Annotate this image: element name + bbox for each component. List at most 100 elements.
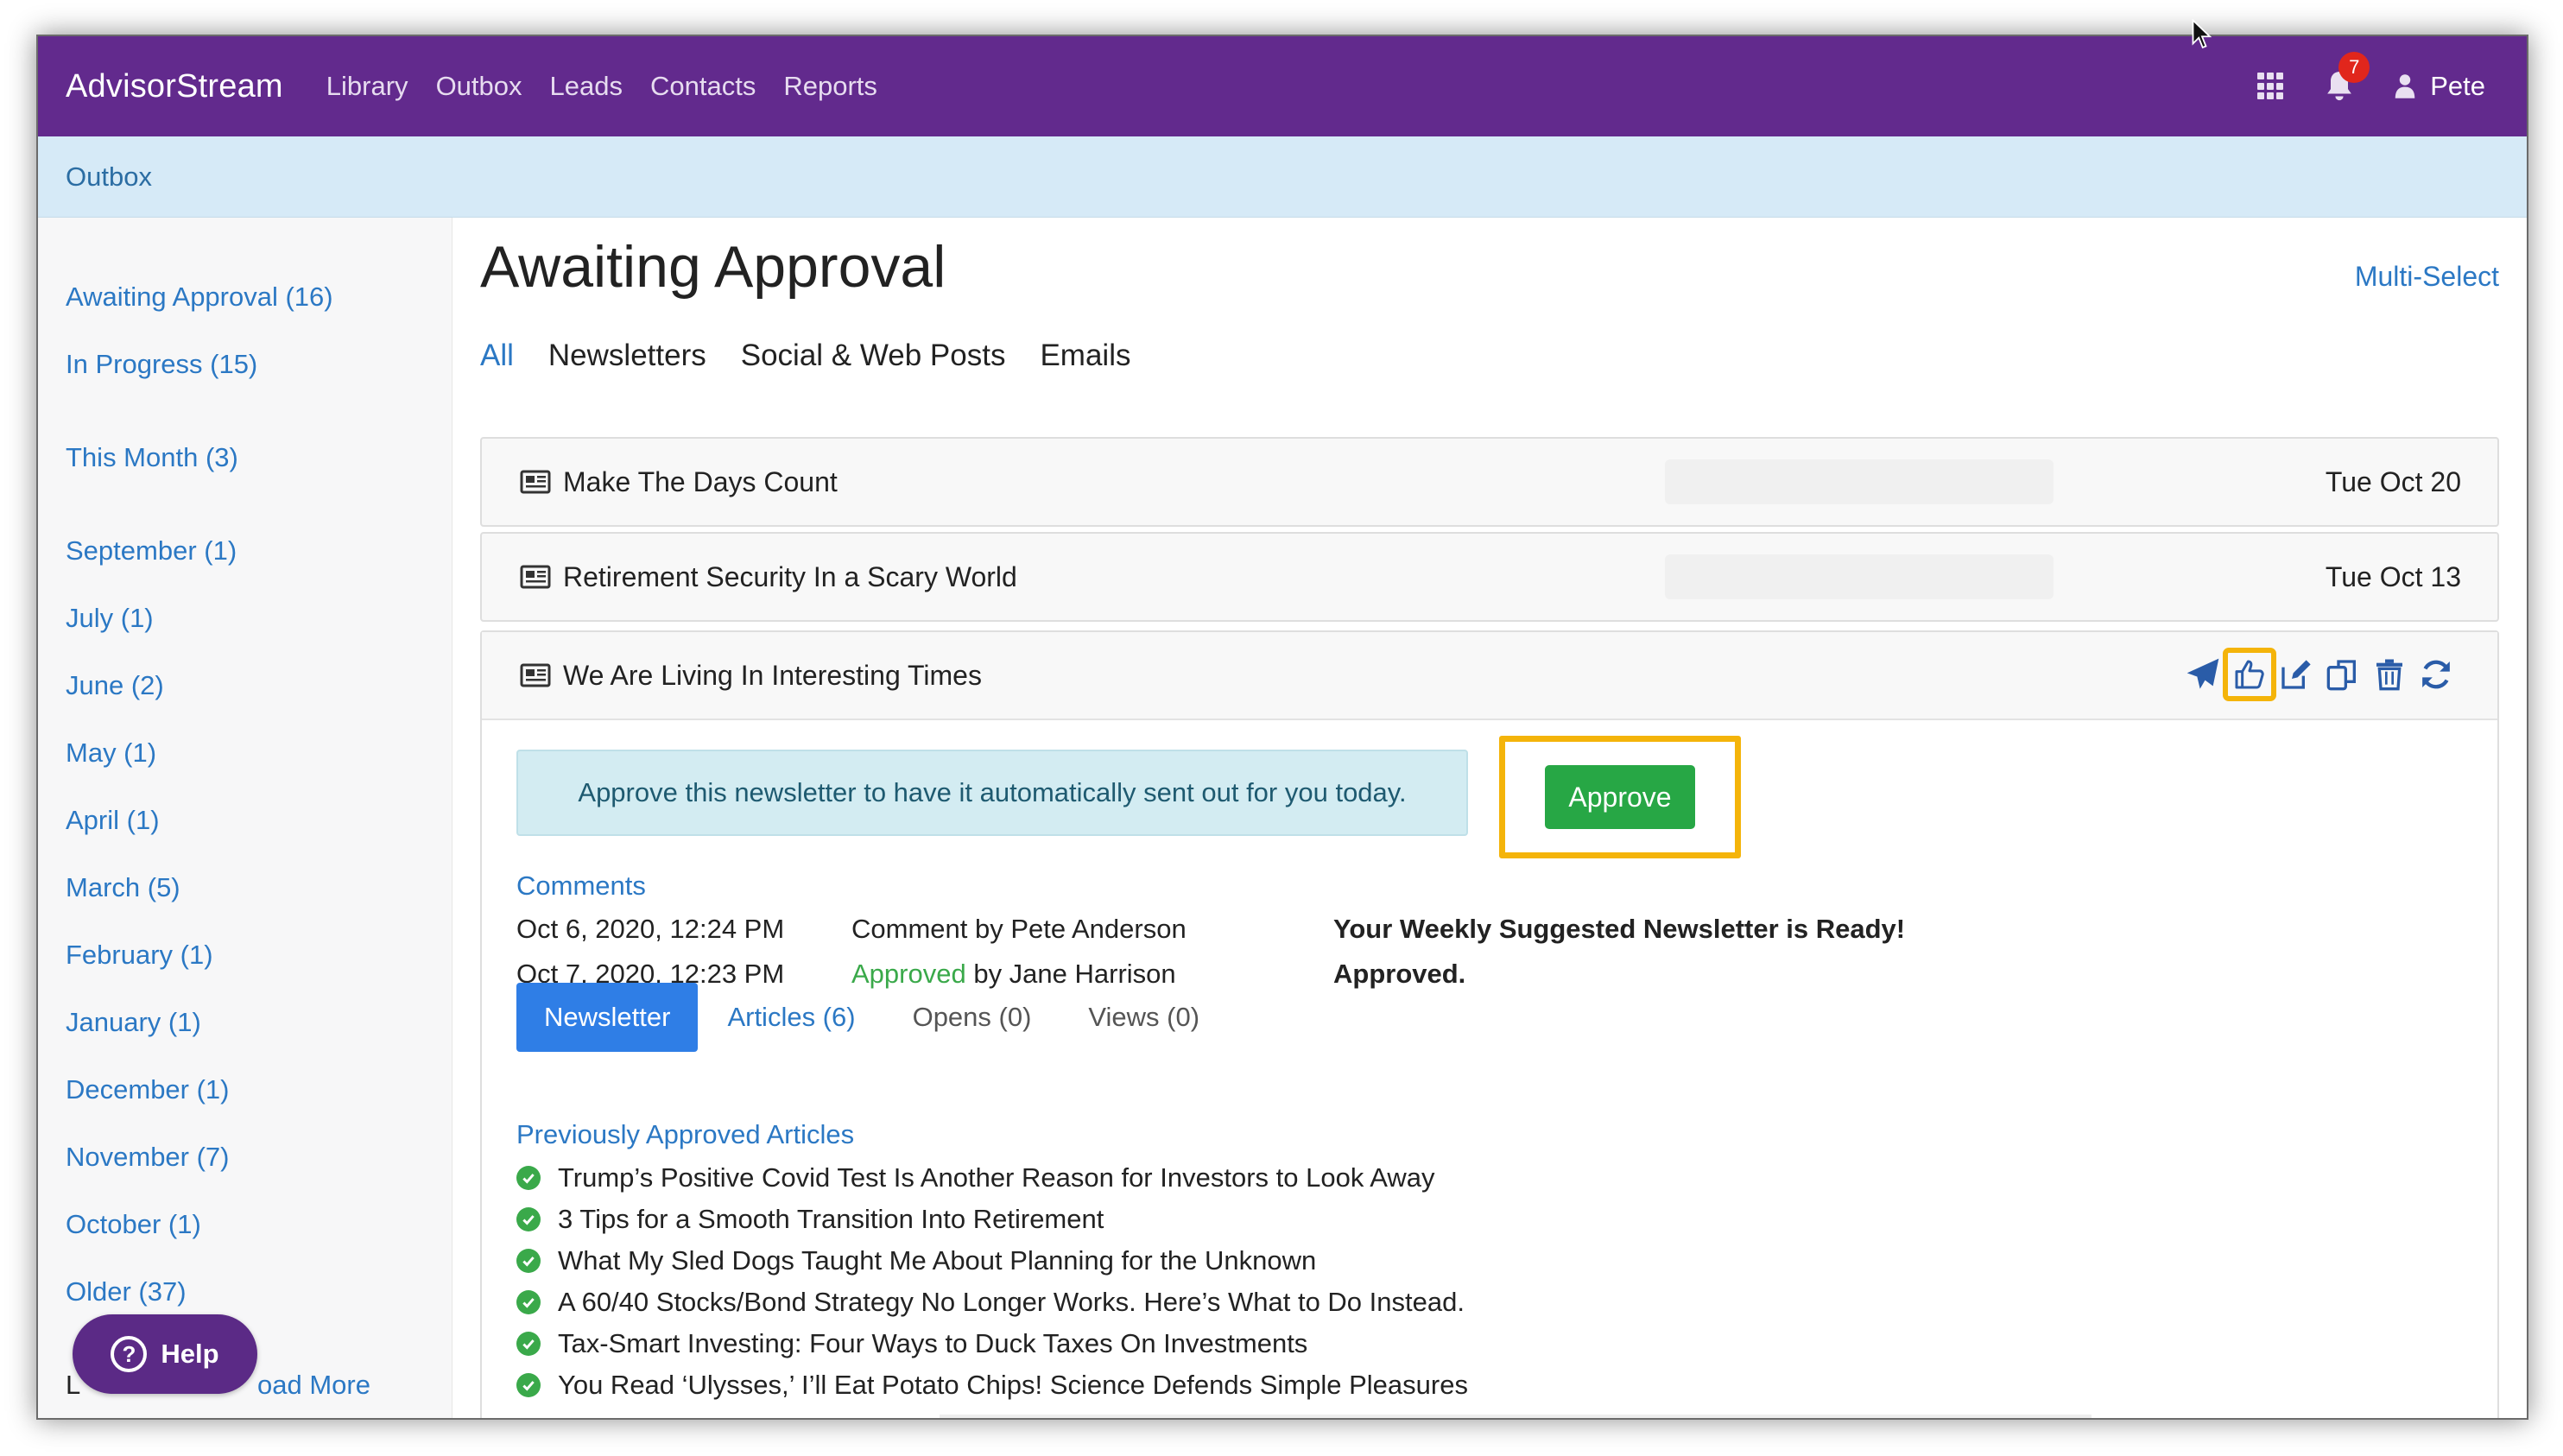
comment-author: Comment by Pete Anderson (851, 914, 1187, 945)
question-icon: ? (111, 1336, 148, 1372)
sidebar-item-january[interactable]: January (1) (66, 1007, 201, 1038)
list-item: 3 Tips for a Smooth Transition Into Reti… (516, 1204, 1104, 1235)
article-title: Tax-Smart Investing: Four Ways to Duck T… (558, 1328, 1308, 1358)
check-circle-icon (516, 1290, 541, 1314)
item-title[interactable]: We Are Living In Interesting Times (563, 660, 982, 692)
brand-logo[interactable]: AdvisorStream (66, 68, 283, 105)
comment-text: Approved. (1333, 959, 1466, 989)
list-item[interactable]: Retirement Security In a Scary World Tue… (480, 532, 2499, 622)
nav-reports[interactable]: Reports (783, 71, 877, 102)
filter-newsletters[interactable]: Newsletters (548, 339, 706, 373)
sidebar-item-february[interactable]: February (1) (66, 940, 213, 971)
check-circle-icon (516, 1207, 541, 1231)
sidebar-item-march[interactable]: March (5) (66, 872, 180, 903)
notifications-button[interactable]: 7 (2323, 52, 2370, 104)
sidebar-item-april[interactable]: April (1) (66, 805, 160, 836)
sidebar-item-may[interactable]: May (1) (66, 737, 156, 769)
expanded-item: We Are Living In Interesting Times Appro… (480, 630, 2499, 1418)
list-item: What My Sled Dogs Taught Me About Planni… (516, 1245, 1316, 1276)
refresh-icon (2422, 660, 2450, 689)
article-title: What My Sled Dogs Taught Me About Planni… (558, 1245, 1317, 1276)
newsletter-icon (520, 565, 551, 589)
redacted-area (940, 1415, 2092, 1418)
trash-icon (2376, 659, 2402, 691)
nav-leads[interactable]: Leads (550, 71, 623, 102)
help-button[interactable]: ? Help (73, 1314, 257, 1394)
list-item[interactable]: Make The Days Count Tue Oct 20 (480, 437, 2499, 527)
article-title: 3 Tips for a Smooth Transition Into Reti… (558, 1204, 1104, 1234)
breadcrumb-outbox[interactable]: Outbox (66, 161, 152, 193)
approve-alert: Approve this newsletter to have it autom… (516, 750, 1468, 836)
comment-date: Oct 6, 2020, 12:24 PM (516, 914, 785, 944)
delete-button[interactable] (2366, 651, 2413, 698)
nav-library[interactable]: Library (326, 71, 408, 102)
tab-articles[interactable]: Articles (6) (727, 1002, 855, 1033)
filter-emails[interactable]: Emails (1040, 339, 1130, 373)
user-icon (2395, 74, 2415, 98)
item-title[interactable]: Make The Days Count (563, 466, 838, 498)
approve-icon-button[interactable] (2223, 648, 2276, 701)
list-item: You Read ‘Ulysses,’ I’ll Eat Potato Chip… (516, 1370, 1468, 1401)
refresh-button[interactable] (2413, 651, 2459, 698)
previously-approved-heading: Previously Approved Articles (516, 1119, 855, 1149)
breadcrumb: Outbox (38, 136, 2527, 218)
app-window: AdvisorStream Library Outbox Leads Conta… (36, 35, 2528, 1420)
approve-button[interactable]: Approve (1545, 765, 1695, 829)
sidebar-item-september[interactable]: September (1) (66, 535, 237, 567)
notification-badge: 7 (2338, 52, 2370, 83)
detail-tabs: Newsletter Articles (6) Opens (0) Views … (516, 983, 1256, 1052)
sidebar-item-this-month[interactable]: This Month (3) (66, 442, 238, 473)
list-item: Trump’s Positive Covid Test Is Another R… (516, 1162, 1434, 1193)
sidebar-item-in-progress[interactable]: In Progress (15) (66, 349, 257, 380)
edit-button[interactable] (2273, 651, 2319, 698)
comments-heading[interactable]: Comments (516, 870, 646, 902)
comment-author-text: Comment by Pete Anderson (851, 914, 1187, 944)
filter-social-web-posts[interactable]: Social & Web Posts (741, 339, 1006, 373)
newsletter-icon (520, 663, 551, 687)
edit-icon (2281, 660, 2311, 689)
comment-text: Your Weekly Suggested Newsletter is Read… (1333, 914, 1906, 944)
user-name: Pete (2430, 71, 2485, 101)
sidebar-item-december[interactable]: December (1) (66, 1074, 230, 1105)
article-title: A 60/40 Stocks/Bond Strategy No Longer W… (558, 1287, 1465, 1317)
send-icon (2186, 658, 2219, 689)
check-circle-icon (516, 1332, 541, 1356)
check-circle-icon (516, 1166, 541, 1190)
item-date: Tue Oct 20 (2325, 465, 2461, 497)
sidebar: Awaiting Approval (16) In Progress (15) … (38, 218, 452, 1418)
mouse-cursor-icon (2192, 19, 2212, 49)
item-title[interactable]: Retirement Security In a Scary World (563, 561, 1017, 593)
navbar-right: 7 Pete (2257, 36, 2485, 136)
tab-newsletter[interactable]: Newsletter (516, 983, 699, 1052)
grid-icon[interactable] (2257, 73, 2285, 100)
thumbs-up-icon (2235, 660, 2264, 689)
user-menu[interactable]: Pete (2394, 71, 2485, 102)
sidebar-item-older[interactable]: Older (37) (66, 1276, 187, 1307)
list-item: Tax-Smart Investing: Four Ways to Duck T… (516, 1328, 1307, 1359)
nav-outbox[interactable]: Outbox (436, 71, 522, 102)
tab-opens[interactable]: Opens (0) (913, 1002, 1032, 1033)
expanded-item-header[interactable]: We Are Living In Interesting Times (482, 632, 2497, 720)
nav-contacts[interactable]: Contacts (650, 71, 756, 102)
redacted-area (1665, 459, 2054, 504)
check-circle-icon (516, 1373, 541, 1397)
top-navbar: AdvisorStream Library Outbox Leads Conta… (38, 36, 2527, 136)
check-circle-icon (516, 1249, 541, 1273)
filter-all[interactable]: All (480, 339, 514, 373)
sidebar-item-june[interactable]: June (2) (66, 670, 164, 701)
sidebar-item-october[interactable]: October (1) (66, 1209, 201, 1240)
multi-select-link[interactable]: Multi-Select (2355, 261, 2499, 293)
sidebar-item-july[interactable]: July (1) (66, 603, 154, 634)
copy-button[interactable] (2319, 651, 2366, 698)
sidebar-item-awaiting-approval[interactable]: Awaiting Approval (16) (66, 282, 333, 313)
main-content: Awaiting Approval Multi-Select All Newsl… (452, 218, 2527, 1418)
item-date: Tue Oct 13 (2325, 560, 2461, 592)
tab-views[interactable]: Views (0) (1088, 1002, 1199, 1033)
load-more-link[interactable]: oad More (257, 1370, 370, 1401)
approve-highlight: Approve (1499, 736, 1741, 858)
sidebar-item-november[interactable]: November (7) (66, 1142, 230, 1173)
page-title: Awaiting Approval (480, 234, 946, 300)
newsletter-icon (520, 470, 551, 494)
send-button[interactable] (2180, 651, 2226, 698)
list-item: A 60/40 Stocks/Bond Strategy No Longer W… (516, 1287, 1465, 1318)
